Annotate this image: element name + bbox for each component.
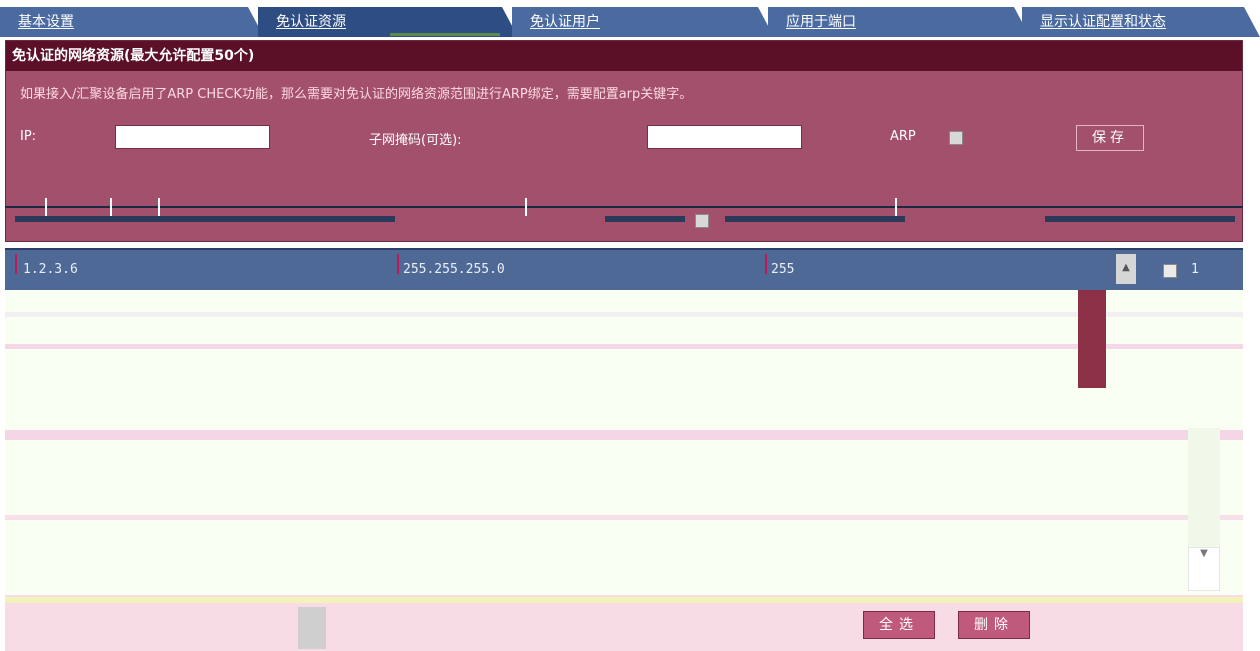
arp-notice: 如果接入/汇聚设备启用了ARP CHECK功能，那么需要对免认证的网络资源范围进… xyxy=(20,87,693,102)
tab-exempt-users[interactable]: 免认证用户 xyxy=(512,7,774,37)
row-tick xyxy=(15,254,17,274)
header-select-checkbox[interactable] xyxy=(695,214,709,228)
row-stripe xyxy=(5,312,1243,317)
table-body: ▼ xyxy=(5,290,1243,595)
row-ip: 1.2.3.6 xyxy=(23,262,78,277)
header-column-band xyxy=(15,216,395,222)
row-tick xyxy=(397,254,399,274)
row-stripe xyxy=(5,515,1243,520)
mask-label: 子网掩码(可选): xyxy=(369,133,462,148)
footer-spacer xyxy=(298,607,326,649)
header-divider xyxy=(895,198,897,216)
delete-button[interactable]: 删除 xyxy=(958,611,1030,639)
table-row[interactable]: 1.2.3.6 255.255.255.0 255 ▲ 1 xyxy=(5,248,1243,290)
panel-title: 免认证的网络资源(最大允许配置50个) xyxy=(6,41,1242,71)
tab-exempt-resources-label: 免认证资源 xyxy=(276,14,346,30)
tab-bar: 基本设置 免认证资源 免认证用户 应用于端口 显示认证配置和状态 xyxy=(0,0,1260,40)
header-column-band xyxy=(1045,216,1235,222)
table-footer: 全选 删除 xyxy=(5,595,1243,651)
tab-exempt-users-label: 免认证用户 xyxy=(530,14,600,30)
mask-input[interactable] xyxy=(647,125,802,149)
footer-stripe xyxy=(5,597,1243,603)
tab-apply-to-port-label: 应用于端口 xyxy=(786,14,856,30)
header-column-band xyxy=(725,216,905,222)
row-mask: 255.255.255.0 xyxy=(403,262,505,277)
row-tick xyxy=(765,254,767,274)
ip-label: IP: xyxy=(20,129,37,144)
save-button[interactable]: 保存 xyxy=(1076,125,1144,151)
row-checkbox[interactable] xyxy=(1163,264,1177,278)
tab-show-config-status[interactable]: 显示认证配置和状态 xyxy=(1022,7,1260,37)
row-extra: 255 xyxy=(771,262,795,277)
scroll-down-icon[interactable]: ▼ xyxy=(1188,547,1220,591)
arp-label: ARP xyxy=(890,129,916,144)
scroll-thumb[interactable] xyxy=(1078,290,1106,388)
tab-active-indicator xyxy=(390,33,500,36)
scroll-up-icon[interactable]: ▲ xyxy=(1116,254,1136,284)
arp-checkbox[interactable] xyxy=(949,131,963,145)
tab-apply-to-port[interactable]: 应用于端口 xyxy=(768,7,1030,37)
row-stripe xyxy=(5,344,1243,349)
select-all-button[interactable]: 全选 xyxy=(863,611,935,639)
table-header xyxy=(5,198,1243,244)
header-column-band xyxy=(605,216,685,222)
ip-input[interactable] xyxy=(115,125,270,149)
tab-basic-settings[interactable]: 基本设置 xyxy=(0,7,264,37)
header-divider xyxy=(525,198,527,216)
row-index: 1 xyxy=(1191,262,1200,277)
tab-basic-settings-label: 基本设置 xyxy=(18,14,74,30)
header-divider xyxy=(158,198,160,216)
row-stripe xyxy=(5,430,1243,440)
resource-form-row: IP: 子网掩码(可选): ARP 保存 xyxy=(6,125,1242,153)
tab-show-config-status-label: 显示认证配置和状态 xyxy=(1040,14,1166,30)
header-divider xyxy=(45,198,47,216)
header-divider xyxy=(110,198,112,216)
